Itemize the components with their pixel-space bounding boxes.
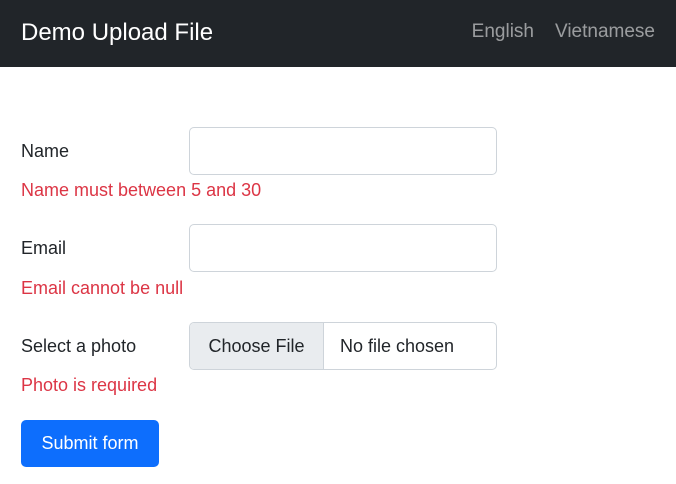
email-input[interactable]: [189, 224, 497, 272]
navbar: Demo Upload File English Vietnamese: [0, 0, 676, 67]
photo-label: Select a photo: [21, 336, 137, 356]
email-error: Email cannot be null: [21, 278, 184, 298]
name-row: Name: [21, 127, 497, 175]
nav-link-vietnamese[interactable]: Vietnamese: [555, 20, 655, 44]
nav-link-english[interactable]: English: [472, 20, 534, 44]
name-error: Name must between 5 and 30: [21, 180, 262, 200]
file-status: No file chosen: [340, 335, 455, 356]
email-label: Email: [21, 238, 67, 258]
name-label: Name: [21, 141, 70, 161]
navbar-brand[interactable]: Demo Upload File: [21, 18, 213, 48]
photo-row: Select a photo Choose File No file chose…: [21, 322, 497, 370]
photo-file-input[interactable]: Choose File No file chosen: [189, 322, 497, 370]
photo-error: Photo is required: [21, 375, 158, 395]
submit-button[interactable]: Submit form: [21, 420, 159, 467]
nav-links: English Vietnamese: [472, 20, 655, 44]
email-row: Email: [21, 224, 497, 272]
choose-file-button[interactable]: Choose File: [190, 323, 324, 369]
name-input[interactable]: [189, 127, 497, 175]
